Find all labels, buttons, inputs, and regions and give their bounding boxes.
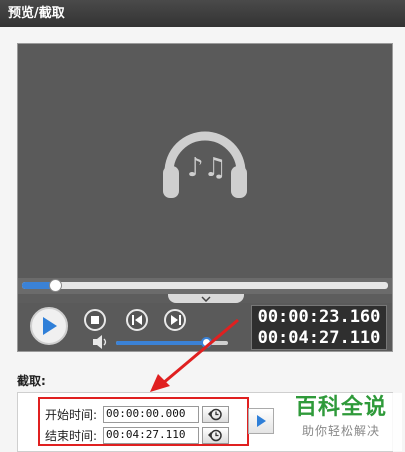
window-title: 预览/截取 (0, 0, 405, 27)
chevron-down-icon (201, 295, 211, 302)
watermark-title: 百科全说 (294, 395, 387, 420)
seek-bar[interactable] (18, 278, 392, 294)
headphones-music-icon: ♪♫ (163, 131, 247, 198)
set-start-button[interactable] (202, 405, 229, 423)
watermark-subtitle: 助你轻松解决 (301, 424, 380, 438)
start-time-row: 开始时间: 00:00:00.000 (45, 404, 229, 424)
time-display: 00:00:23.160 00:04:27.110 (251, 305, 387, 350)
play-icon (257, 415, 266, 427)
clip-play-button[interactable] (248, 408, 274, 434)
play-button[interactable] (30, 307, 68, 345)
seek-thumb[interactable] (48, 279, 62, 292)
end-time-input[interactable]: 00:04:27.110 (103, 426, 199, 444)
watermark: 百科全说 助你轻松解决 (280, 393, 402, 451)
svg-text:♪♫: ♪♫ (187, 153, 227, 183)
end-time-label: 结束时间: (45, 428, 98, 443)
stop-button[interactable] (84, 309, 106, 331)
clip-section-label: 截取: (17, 374, 46, 388)
play-icon (43, 317, 57, 335)
annotation-arrow (150, 318, 239, 392)
clock-arrow-icon (207, 429, 222, 441)
preview-panel: ♪♫ 00:00:23.160 00:04:27.110 (17, 43, 393, 352)
stop-icon (91, 316, 99, 324)
start-time-label: 开始时间: (45, 407, 98, 422)
current-time: 00:00:23.160 (257, 307, 381, 327)
collapse-toggle[interactable] (168, 294, 244, 303)
speaker-icon[interactable] (92, 335, 110, 349)
video-area[interactable]: ♪♫ (18, 44, 392, 278)
set-end-button[interactable] (202, 426, 229, 444)
clock-arrow-icon (207, 408, 222, 420)
start-time-input[interactable]: 00:00:00.000 (103, 405, 199, 423)
end-time-row: 结束时间: 00:04:27.110 (45, 425, 229, 445)
seek-track[interactable] (22, 279, 388, 292)
highlight-box: 开始时间: 00:00:00.000 结束时间: 00:04:27.110 (38, 397, 249, 446)
total-time: 00:04:27.110 (257, 328, 381, 348)
